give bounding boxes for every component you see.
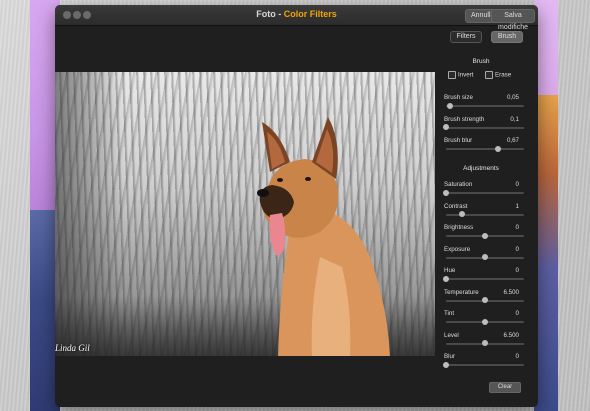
save-changes-button[interactable]: Salva modifiche — [491, 9, 535, 31]
adjust-level-slider[interactable] — [446, 340, 524, 346]
erase-checkbox-box[interactable] — [485, 71, 493, 79]
adjust-tint-label: Tint — [444, 310, 455, 317]
app-window: Foto - Color Filters Annulla Salva modif… — [55, 5, 538, 407]
adjust-contrast-slider[interactable] — [446, 211, 524, 217]
adjust-contrast-slider-thumb[interactable] — [458, 211, 465, 217]
adjust-contrast-label: Contrast — [444, 202, 468, 210]
brush-brush-blur-slider-thumb[interactable] — [495, 145, 502, 152]
adjust-brightness-value: 0 — [515, 224, 519, 231]
adjust-brightness-slider[interactable] — [446, 232, 524, 239]
adjust-blur-value: 0 — [515, 353, 519, 360]
brush-settings-panel: Brush Invert Erase Brush size 0,05 Brush s… — [439, 50, 535, 400]
window-title-app: Foto - — [256, 9, 284, 19]
adjust-exposure-label: Exposure — [444, 245, 471, 253]
brush-heading: Brush — [472, 58, 490, 65]
brush-brush-size-slider-thumb[interactable] — [446, 102, 453, 109]
title-bar: Foto - Color Filters Annulla Salva modif… — [55, 5, 538, 31]
invert-label: Invert — [458, 71, 474, 79]
adjust-hue-slider-thumb[interactable] — [443, 275, 449, 282]
adjust-saturation-label: Saturation — [444, 181, 473, 188]
adjust-level-label: Level — [444, 331, 459, 339]
brush-brush-size-slider[interactable] — [446, 102, 524, 109]
adjustments-heading: Adjustments — [463, 165, 499, 172]
brush-brush-size-value: 0,05 — [506, 94, 519, 101]
adjust-hue-value: 0 — [515, 267, 519, 274]
invert-checkbox[interactable]: Invert — [448, 71, 473, 79]
adjust-hue-slider[interactable] — [443, 275, 524, 282]
adjust-blur-label: Blur — [444, 353, 456, 360]
erase-label: Erase — [495, 71, 512, 79]
adjust-saturation-value: 0 — [515, 181, 519, 188]
adjust-brightness-label: Brightness — [444, 224, 474, 231]
adjust-temperature-value: 6.500 — [503, 288, 519, 296]
brush-brush-strength-slider[interactable] — [443, 124, 524, 130]
photo-canvas[interactable]: Linda Gil — [55, 72, 435, 356]
adjust-saturation-slider[interactable] — [443, 189, 524, 196]
brush-brush-blur-label: Brush blur — [444, 137, 473, 144]
brush-brush-strength-slider-thumb[interactable] — [443, 124, 449, 130]
window-title-extension: Color Filters — [283, 9, 337, 19]
brush-brush-blur-value: 0,67 — [506, 137, 519, 144]
brush-brush-strength-label: Brush strength — [444, 115, 485, 123]
adjust-tint-value: 0 — [515, 310, 519, 317]
adjust-temperature-slider-thumb[interactable] — [482, 297, 488, 303]
adjust-exposure-slider[interactable] — [446, 254, 524, 260]
adjust-level-slider-thumb[interactable] — [482, 340, 488, 346]
adjust-contrast-value: 1 — [515, 202, 519, 210]
brush-brush-size-label: Brush size — [444, 94, 473, 101]
adjust-tint-slider[interactable] — [446, 318, 524, 325]
adjust-hue-label: Hue — [444, 267, 456, 274]
tab-brush[interactable]: Brush — [491, 31, 523, 43]
adjust-temperature-label: Temperature — [444, 288, 479, 296]
adjust-tint-slider-thumb[interactable] — [482, 318, 488, 325]
invert-checkbox-box[interactable] — [448, 71, 456, 79]
adjust-exposure-slider-thumb[interactable] — [482, 254, 488, 260]
brush-brush-blur-slider[interactable] — [446, 145, 524, 152]
photo-watermark: Linda Gil — [55, 343, 90, 353]
clear-button[interactable]: Clear — [489, 382, 521, 393]
erase-checkbox[interactable]: Erase — [485, 71, 511, 79]
adjust-level-value: 6.500 — [503, 331, 519, 339]
adjust-blur-slider-thumb[interactable] — [443, 361, 449, 368]
adjust-temperature-slider[interactable] — [446, 297, 524, 303]
tab-filters[interactable]: Filters — [450, 31, 482, 43]
brush-brush-strength-value: 0,1 — [510, 115, 519, 123]
adjust-blur-slider[interactable] — [443, 361, 524, 368]
adjust-brightness-slider-thumb[interactable] — [482, 232, 488, 239]
adjust-saturation-slider-thumb[interactable] — [443, 189, 449, 196]
adjust-exposure-value: 0 — [515, 245, 519, 253]
dog-photo-subject — [257, 117, 390, 356]
